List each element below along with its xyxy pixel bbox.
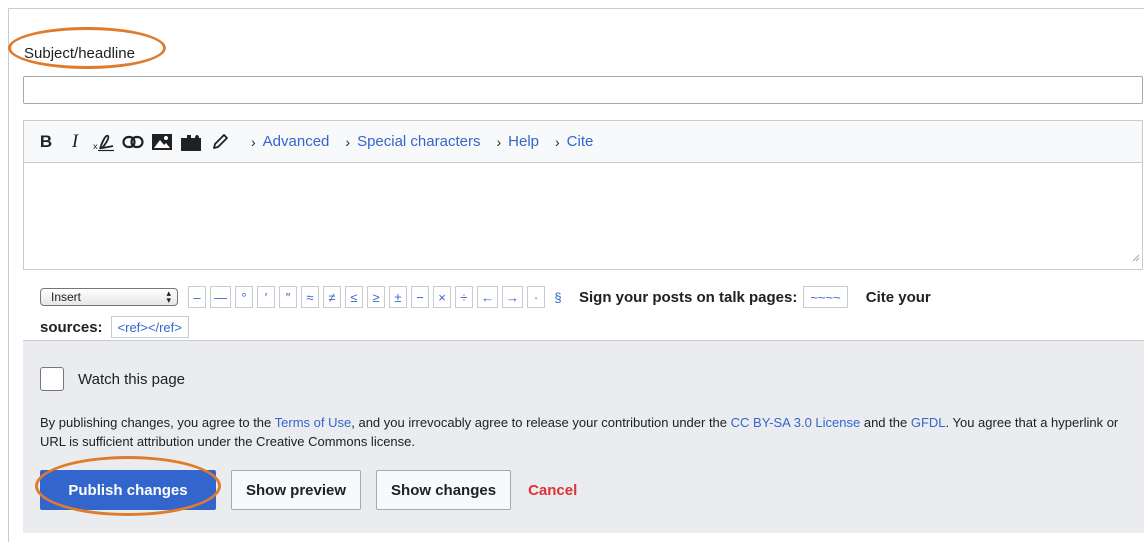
tab-label: Help (508, 133, 539, 150)
char-button[interactable]: ← (477, 286, 498, 308)
char-button[interactable]: § (549, 286, 567, 308)
tab-label: Cite (566, 133, 594, 150)
insert-select[interactable]: Insert ▴ ▾ (40, 288, 178, 306)
watch-checkbox[interactable] (40, 367, 64, 391)
license-text: and the (860, 415, 911, 430)
char-button[interactable]: ≤ (345, 286, 363, 308)
pencil-icon[interactable] (206, 128, 234, 156)
edit-actions: Publish changes Show preview Show change… (40, 470, 594, 510)
char-button[interactable]: → (502, 286, 523, 308)
chevron-right-icon: › (555, 133, 560, 150)
resize-grip-icon[interactable] (1132, 249, 1140, 267)
sources-row: sources: <ref></ref> (40, 316, 189, 338)
char-button[interactable]: ′ (257, 286, 275, 308)
signature-icon[interactable]: x (90, 128, 118, 156)
char-button[interactable]: ″ (279, 286, 297, 308)
wikitext-editor: B I x › Advanced › Special characters › … (23, 120, 1143, 270)
edit-options-panel: Watch this page By publishing changes, y… (23, 340, 1144, 533)
chevron-right-icon: › (345, 133, 351, 150)
special-characters-bar: Insert ▴ ▾ – — ° ′ ″ ≈ ≠ ≤ ≥ ± − × ÷ ← → … (40, 286, 1140, 308)
frame-border-left (8, 8, 9, 542)
char-button[interactable]: − (411, 286, 429, 308)
gfdl-link[interactable]: GFDL (911, 415, 946, 430)
tab-label: Advanced (262, 133, 330, 150)
link-icon[interactable] (119, 128, 147, 156)
watch-label: Watch this page (78, 370, 185, 388)
char-button[interactable]: × (433, 286, 451, 308)
license-text: , and you irrevocably agree to release y… (351, 415, 731, 430)
tab-label: Special characters (357, 133, 481, 150)
char-button[interactable]: ± (389, 286, 407, 308)
signature-button[interactable]: ~~~~ (803, 286, 848, 308)
char-button[interactable]: ° (235, 286, 253, 308)
char-button[interactable]: ≥ (367, 286, 385, 308)
italic-icon[interactable]: I (61, 128, 89, 156)
puzzle-icon[interactable] (177, 128, 205, 156)
char-button[interactable]: ÷ (455, 286, 473, 308)
editor-toolbar: B I x › Advanced › Special characters › … (24, 121, 1142, 163)
char-button[interactable]: · (527, 286, 545, 308)
cancel-button[interactable]: Cancel (526, 470, 579, 510)
cite-sources-label: Cite your (865, 288, 931, 306)
ref-tag-button[interactable]: <ref></ref> (110, 316, 189, 338)
chevron-right-icon: › (251, 133, 256, 150)
char-button[interactable]: — (210, 286, 231, 308)
sign-posts-label: Sign your posts on talk pages: (579, 288, 798, 306)
license-notice: By publishing changes, you agree to the … (40, 413, 1130, 451)
chevron-right-icon: › (496, 133, 502, 150)
tab-advanced[interactable]: › Advanced (251, 133, 329, 150)
insert-select-value: Insert (51, 290, 82, 304)
cc-license-link[interactable]: CC BY-SA 3.0 License (731, 415, 861, 430)
char-button[interactable]: – (188, 286, 206, 308)
show-changes-button[interactable]: Show changes (376, 470, 512, 510)
watch-this-page[interactable]: Watch this page (40, 367, 185, 391)
sources-label: sources: (40, 318, 103, 336)
frame-border-top (8, 8, 1144, 9)
char-button[interactable]: ≠ (323, 286, 341, 308)
subject-label: Subject/headline (24, 45, 135, 62)
tab-cite[interactable]: › Cite (555, 133, 593, 150)
tab-help[interactable]: › Help (496, 133, 539, 150)
image-icon[interactable] (148, 128, 176, 156)
subject-input[interactable] (23, 76, 1143, 104)
bold-icon[interactable]: B (32, 128, 60, 156)
license-text: By publishing changes, you agree to the (40, 415, 275, 430)
show-preview-button[interactable]: Show preview (231, 470, 362, 510)
wikitext-textarea[interactable] (24, 163, 1142, 269)
svg-text:x: x (93, 142, 98, 151)
tab-special-characters[interactable]: › Special characters (345, 133, 480, 150)
publish-changes-button[interactable]: Publish changes (40, 470, 216, 510)
select-arrows-icon: ▴ ▾ (166, 288, 171, 305)
char-button[interactable]: ≈ (301, 286, 319, 308)
terms-of-use-link[interactable]: Terms of Use (275, 415, 352, 430)
